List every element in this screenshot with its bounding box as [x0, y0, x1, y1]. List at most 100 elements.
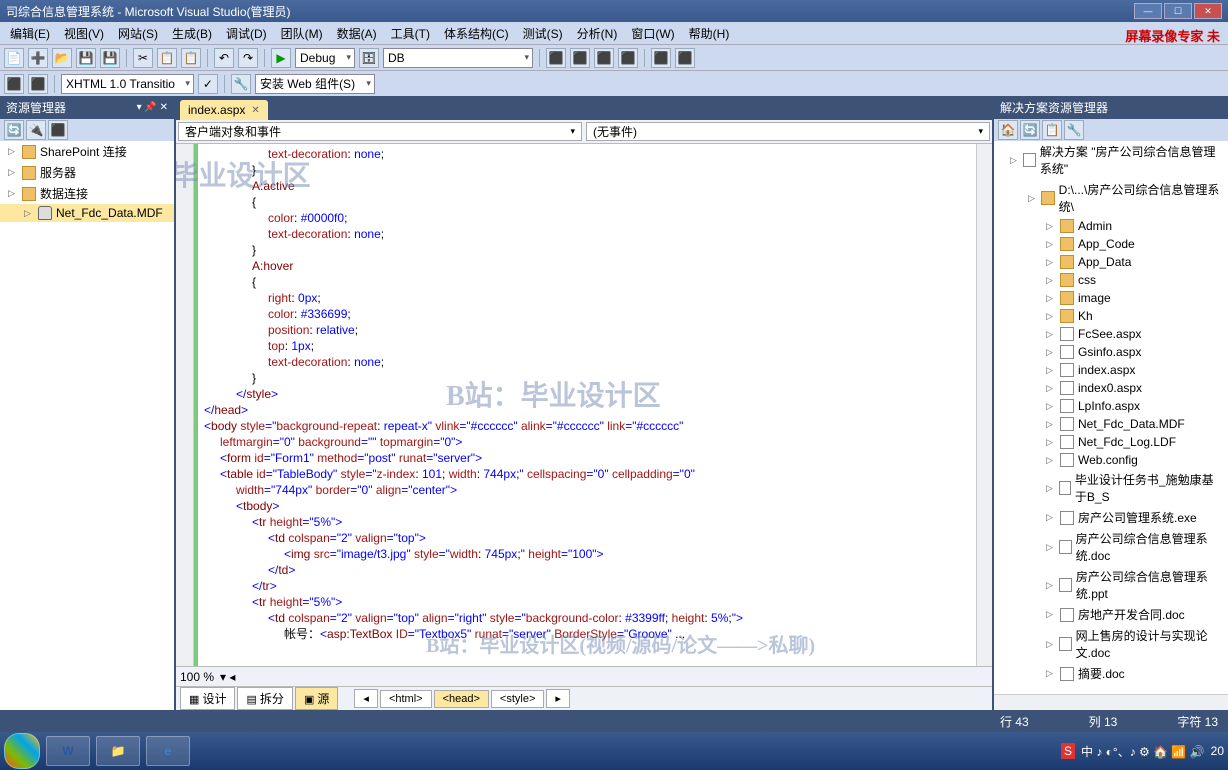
file-node[interactable]: ▷房产公司综合信息管理系统.ppt	[994, 566, 1228, 604]
refresh-icon[interactable]: 🔄	[4, 120, 24, 140]
close-button[interactable]: ✕	[1194, 3, 1222, 19]
sol-home-icon[interactable]: 🏠	[998, 120, 1018, 140]
add-item-icon[interactable]: ➕	[28, 48, 48, 68]
file-node[interactable]: ▷LpInfo.aspx	[994, 397, 1228, 415]
connect-icon[interactable]: 🔌	[26, 120, 46, 140]
save-all-icon[interactable]: 💾	[100, 48, 120, 68]
doctype-combo[interactable]: XHTML 1.0 Transitio	[61, 74, 194, 94]
sol-showall-icon[interactable]: 📋	[1042, 120, 1062, 140]
menu-item[interactable]: 团队(M)	[275, 23, 329, 44]
file-node[interactable]: ▷index.aspx	[994, 361, 1228, 379]
server-tree-item[interactable]: ▷数据连接	[0, 183, 174, 204]
code-editor[interactable]: text-decoration: none;}A:active{color: #…	[176, 144, 992, 666]
menu-item[interactable]: 分析(N)	[571, 23, 624, 44]
folder-node[interactable]: ▷App_Data	[994, 253, 1228, 271]
stop-icon[interactable]: ⬛	[48, 120, 68, 140]
tool-icon-6[interactable]: ⬛	[675, 48, 695, 68]
folder-node[interactable]: ▷App_Code	[994, 235, 1228, 253]
file-node[interactable]: ▷网上售房的设计与实现论文.doc	[994, 625, 1228, 663]
bc-nav-left[interactable]: ◂	[354, 689, 378, 708]
folder-node[interactable]: ▷image	[994, 289, 1228, 307]
menu-item[interactable]: 窗口(W)	[625, 23, 680, 44]
menu-item[interactable]: 编辑(E)	[4, 23, 56, 44]
new-project-icon[interactable]: 📄	[4, 48, 24, 68]
sec-icon-1[interactable]: ⬛	[4, 74, 24, 94]
menu-item[interactable]: 视图(V)	[58, 23, 110, 44]
file-node[interactable]: ▷Web.config	[994, 451, 1228, 469]
minimize-button[interactable]: —	[1134, 3, 1162, 19]
system-tray[interactable]: S 中 ♪ ◐°、♪ ⚙ 🏠 📶 🔊 20	[1061, 743, 1224, 760]
folder-node[interactable]: ▷Admin	[994, 217, 1228, 235]
config-combo[interactable]: Debug	[295, 48, 355, 68]
file-node[interactable]: ▷毕业设计任务书_施勉康基于B_S	[994, 469, 1228, 507]
menu-item[interactable]: 生成(B)	[166, 23, 218, 44]
menu-item[interactable]: 工具(T)	[385, 23, 436, 44]
start-debug-icon[interactable]: ▶	[271, 48, 291, 68]
sol-props-icon[interactable]: 🔧	[1064, 120, 1084, 140]
server-tree-item[interactable]: ▷服务器	[0, 162, 174, 183]
cut-icon[interactable]: ✂	[133, 48, 153, 68]
file-node[interactable]: ▷Net_Fdc_Data.MDF	[994, 415, 1228, 433]
view-source[interactable]: ▣ 源	[295, 687, 338, 710]
file-node[interactable]: ▷Gsinfo.aspx	[994, 343, 1228, 361]
server-tree-item[interactable]: ▷SharePoint 连接	[0, 141, 174, 162]
bc-style[interactable]: <style>	[491, 690, 544, 708]
file-node[interactable]: ▷index0.aspx	[994, 379, 1228, 397]
copy-icon[interactable]: 📋	[157, 48, 177, 68]
file-node[interactable]: ▷Net_Fdc_Log.LDF	[994, 433, 1228, 451]
component-icon[interactable]: 🔧	[231, 74, 251, 94]
db-icon[interactable]: 🗄	[359, 48, 379, 68]
redo-icon[interactable]: ↷	[238, 48, 258, 68]
menu-item[interactable]: 体系结构(C)	[438, 23, 515, 44]
bc-html[interactable]: <html>	[380, 690, 432, 708]
tool-icon-1[interactable]: ⬛	[546, 48, 566, 68]
file-node[interactable]: ▷房地产开发合同.doc	[994, 604, 1228, 625]
tab-close-icon[interactable]: ✕	[251, 105, 259, 116]
save-icon[interactable]: 💾	[76, 48, 96, 68]
zoom-level[interactable]: 100 %	[180, 670, 214, 684]
tool-icon-5[interactable]: ⬛	[651, 48, 671, 68]
server-tree-db[interactable]: ▷Net_Fdc_Data.MDF	[0, 204, 174, 222]
solution-node[interactable]: ▷解决方案 "房产公司综合信息管理系统"	[994, 141, 1228, 179]
tool-icon-2[interactable]: ⬛	[570, 48, 590, 68]
undo-icon[interactable]: ↶	[214, 48, 234, 68]
windows-taskbar: W 📁 e S 中 ♪ ◐°、♪ ⚙ 🏠 📶 🔊 20	[0, 732, 1228, 770]
tool-icon-4[interactable]: ⬛	[618, 48, 638, 68]
object-dropdown[interactable]: 客户端对象和事件	[178, 122, 582, 141]
tab-index-aspx[interactable]: index.aspx ✕	[180, 100, 268, 120]
view-split[interactable]: ▤ 拆分	[237, 687, 292, 710]
vertical-scrollbar[interactable]	[976, 144, 992, 666]
file-node[interactable]: ▷房产公司管理系统.exe	[994, 507, 1228, 528]
task-explorer[interactable]: 📁	[96, 736, 140, 766]
sol-refresh-icon[interactable]: 🔄	[1020, 120, 1040, 140]
folder-node[interactable]: ▷css	[994, 271, 1228, 289]
db-combo[interactable]: DB	[383, 48, 533, 68]
file-node[interactable]: ▷房产公司综合信息管理系统.doc	[994, 528, 1228, 566]
install-combo[interactable]: 安装 Web 组件(S)	[255, 74, 375, 94]
sec-icon-2[interactable]: ⬛	[28, 74, 48, 94]
project-node[interactable]: ▷D:\...\房产公司综合信息管理系统\	[994, 179, 1228, 217]
open-icon[interactable]: 📂	[52, 48, 72, 68]
menu-item[interactable]: 调试(D)	[220, 23, 273, 44]
file-node[interactable]: ▷摘要.doc	[994, 663, 1228, 684]
menu-item[interactable]: 网站(S)	[112, 23, 164, 44]
menu-item[interactable]: 测试(S)	[517, 23, 569, 44]
event-dropdown[interactable]: (无事件)	[586, 122, 990, 141]
tool-icon-3[interactable]: ⬛	[594, 48, 614, 68]
h-scrollbar[interactable]	[994, 694, 1228, 710]
maximize-button[interactable]: ☐	[1164, 3, 1192, 19]
bc-head[interactable]: <head>	[434, 690, 489, 708]
validate-icon[interactable]: ✓	[198, 74, 218, 94]
menu-item[interactable]: 帮助(H)	[683, 23, 736, 44]
view-design[interactable]: ▦ 设计	[180, 687, 235, 710]
task-ie[interactable]: e	[146, 736, 190, 766]
folder-node[interactable]: ▷Kh	[994, 307, 1228, 325]
file-node[interactable]: ▷FcSee.aspx	[994, 325, 1228, 343]
pin-icon[interactable]: ▾ 📌 ✕	[137, 102, 168, 113]
bc-nav-right[interactable]: ▸	[546, 689, 570, 708]
task-word[interactable]: W	[46, 736, 90, 766]
code-content[interactable]: text-decoration: none;}A:active{color: #…	[198, 144, 976, 666]
start-button[interactable]	[4, 733, 40, 769]
menu-item[interactable]: 数据(A)	[331, 23, 383, 44]
paste-icon[interactable]: 📋	[181, 48, 201, 68]
